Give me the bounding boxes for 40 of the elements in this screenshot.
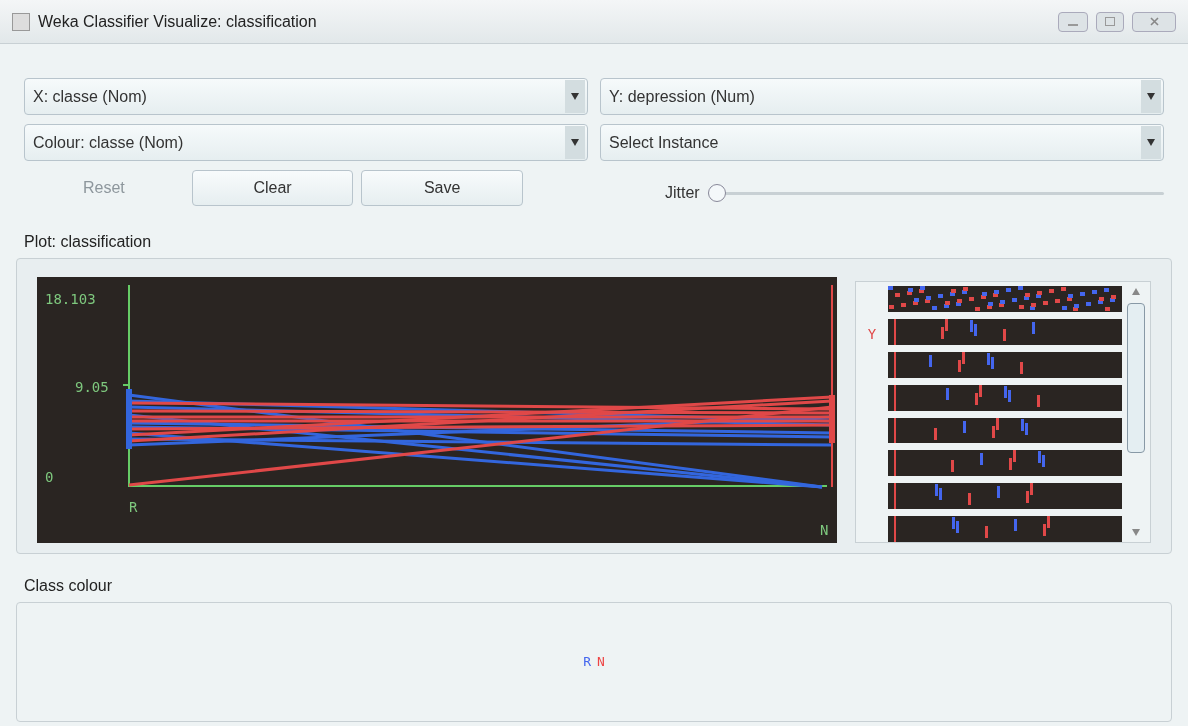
close-icon [1149,17,1159,26]
attribute-strip-drawing[interactable] [888,450,1122,477]
dropdown[interactable]: X: classe (Nom) [24,78,588,115]
scroll-thumb[interactable] [1127,303,1145,453]
save-button[interactable]: Save [361,170,523,206]
window-title: Weka Classifier Visualize: classification [38,11,318,32]
slider-thumb[interactable] [707,184,726,202]
minimize-icon [1068,23,1078,26]
caret-icon [1147,93,1155,100]
close-button[interactable] [1132,11,1176,32]
maximize-icon [1105,17,1115,26]
axis-indicator: Y [867,325,877,344]
plot-heading: Plot: classification [24,233,152,250]
caret-icon [571,139,579,146]
legend-heading: Class colour [24,577,113,594]
x-tick-label: N [820,521,829,540]
dropdown[interactable]: Y: depression (Num) [600,78,1164,115]
class-label: R [583,653,591,672]
attribute-strip-drawing[interactable] [888,318,1122,345]
app-icon [12,12,30,31]
jitter-slider[interactable] [707,184,1164,202]
attribute-strip-drawing[interactable] [888,483,1122,510]
x-tick-label: R [129,498,138,517]
scroll-up-icon[interactable] [1132,288,1140,295]
y-tick-label: 18.103 [45,290,96,309]
clear-button[interactable]: Clear [191,170,354,206]
dropdown[interactable]: Select Instance [600,124,1164,161]
caret-icon [571,93,579,100]
caret-icon [1147,139,1155,146]
maximize-button[interactable] [1096,11,1124,32]
y-tick-label: 9.05 [75,378,109,397]
scroll-down-icon[interactable] [1132,529,1140,536]
jitter-label: Jitter [665,183,700,203]
dropdown[interactable]: Colour: classe (Nom) [24,124,588,161]
attribute-strip-drawing[interactable] [888,384,1122,411]
attribute-strip-drawing[interactable] [888,351,1122,378]
attribute-strip-drawing[interactable] [888,417,1122,444]
minimize-button[interactable] [1058,11,1088,32]
y-tick-label: 0 [45,468,54,487]
class-label: N [597,653,605,672]
